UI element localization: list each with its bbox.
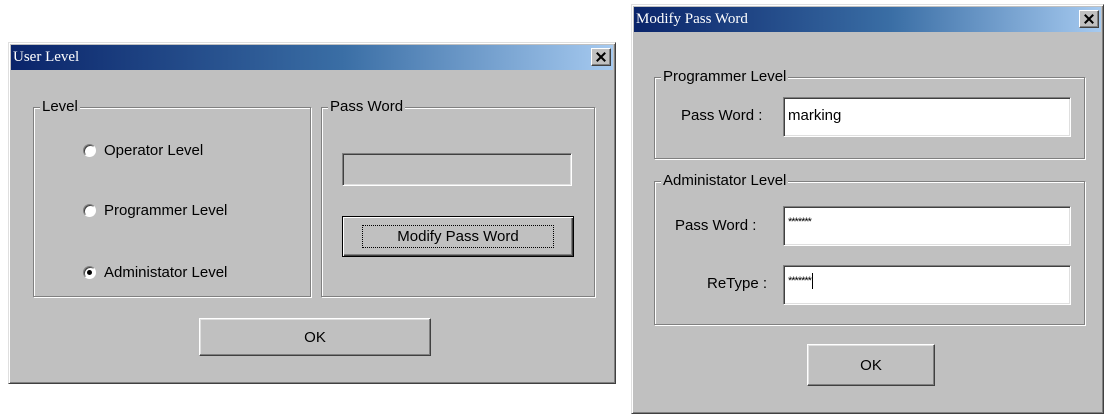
close-icon[interactable] (591, 48, 611, 66)
administator-level-label[interactable]: Administator Level (104, 264, 227, 282)
programmer-password-input[interactable]: marking (783, 97, 1071, 137)
retype-label: ReType : (707, 275, 768, 292)
operator-level-label[interactable]: Operator Level (104, 142, 203, 160)
user-level-titlebar[interactable]: User Level (11, 45, 613, 70)
administator-level-groupbox: Administator Level Pass Word : ******* R… (654, 172, 1085, 325)
retype-value: ******* (788, 275, 812, 287)
programmer-level-label[interactable]: Programmer Level (104, 202, 227, 220)
close-icon[interactable] (1079, 10, 1099, 28)
password-groupbox: Pass Word Modify Pass Word (321, 98, 595, 297)
ok-button[interactable]: OK (199, 318, 431, 356)
programmer-password-label: Pass Word : (681, 107, 763, 124)
administator-level-legend: Administator Level (661, 172, 789, 190)
ok-button[interactable]: OK (807, 344, 935, 386)
programmer-level-radio[interactable] (83, 204, 96, 217)
retype-input[interactable]: ******* (783, 265, 1071, 305)
ok-button-label: OK (304, 328, 326, 346)
level-groupbox: Level Operator Level Programmer Level Ad… (33, 98, 311, 297)
modify-password-button[interactable]: Modify Pass Word (342, 216, 574, 257)
text-caret (811, 273, 813, 290)
level-legend: Level (40, 98, 80, 116)
programmer-level-legend: Programmer Level (661, 68, 789, 86)
programmer-level-groupbox: Programmer Level Pass Word : marking (654, 68, 1085, 159)
modify-password-button-label: Modify Pass Word (362, 225, 554, 248)
administrator-password-label: Pass Word : (675, 217, 757, 234)
ok-button-label: OK (860, 356, 882, 374)
user-level-title: User Level (13, 49, 80, 65)
modify-password-dialog: Modify Pass Word Programmer Level Pass W… (631, 4, 1104, 414)
user-level-dialog: User Level Level Operator Level Programm… (8, 42, 616, 384)
modify-password-title: Modify Pass Word (636, 11, 748, 27)
administrator-password-input[interactable]: ******* (783, 206, 1071, 246)
password-input[interactable] (342, 153, 572, 186)
modify-password-titlebar[interactable]: Modify Pass Word (634, 7, 1101, 32)
operator-level-radio[interactable] (83, 144, 96, 157)
password-legend: Pass Word (328, 98, 406, 116)
administator-level-radio[interactable] (83, 266, 96, 279)
